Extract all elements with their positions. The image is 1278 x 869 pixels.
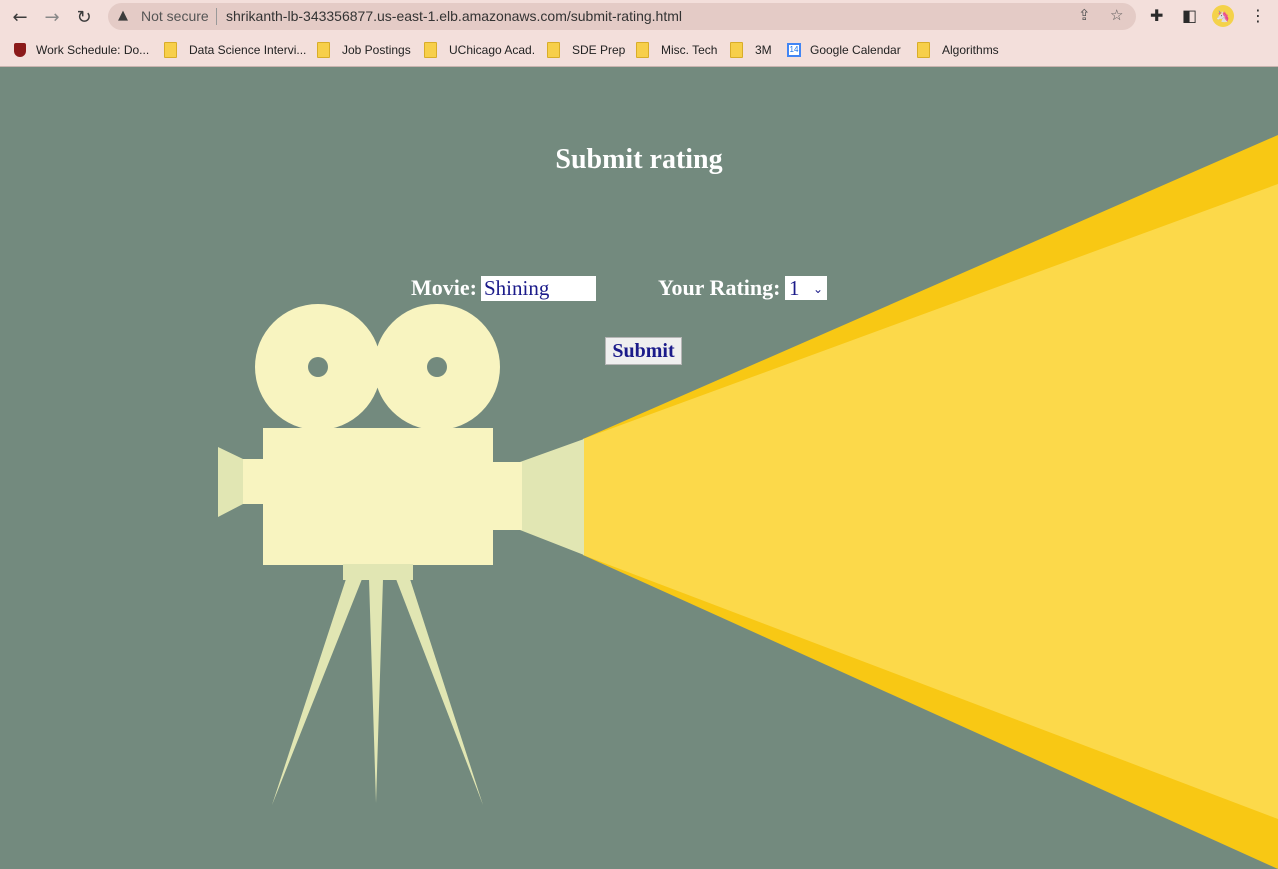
bookmark-misc-tech[interactable]: Misc. Tech xyxy=(636,40,717,60)
folder-icon xyxy=(636,42,649,58)
bookmark-label: SDE Prep xyxy=(572,43,626,57)
bookmark-uchicago-acad[interactable]: UChicago Acad. xyxy=(424,40,535,60)
bookmark-label: UChicago Acad. xyxy=(449,43,536,57)
tripod-leg-right xyxy=(396,579,483,805)
folder-icon xyxy=(164,42,177,58)
bookmark-job-postings[interactable]: Job Postings xyxy=(317,40,411,60)
rating-selected-value: 1 xyxy=(789,276,800,300)
bookmark-data-science[interactable]: Data Science Intervi... xyxy=(164,40,306,60)
reel-left-hub xyxy=(308,357,328,377)
bookmarks-bar: Work Schedule: Do... Data Science Interv… xyxy=(0,34,1278,67)
reload-icon[interactable]: ↻ xyxy=(72,5,96,29)
bookmark-label: Google Calendar xyxy=(810,43,901,57)
tripod-leg-left xyxy=(272,579,362,805)
bookmark-sde-prep[interactable]: SDE Prep xyxy=(547,40,625,60)
url-text[interactable]: shrikanth-lb-343356877.us-east-1.elb.ama… xyxy=(226,8,682,24)
rating-label: Your Rating: xyxy=(658,275,781,300)
reel-right-hub xyxy=(427,357,447,377)
tripod-head xyxy=(343,564,413,580)
extensions-puzzle-icon[interactable]: ✚ xyxy=(1150,6,1163,25)
bookmark-label: Misc. Tech xyxy=(661,43,718,57)
folder-icon xyxy=(424,42,437,58)
profile-avatar[interactable]: 🦄 xyxy=(1212,5,1234,27)
camera-body xyxy=(263,428,493,565)
bookmark-label: Work Schedule: Do... xyxy=(36,43,150,57)
rating-select[interactable]: 1 ⌄ xyxy=(785,276,827,300)
bookmark-work-schedule[interactable]: Work Schedule: Do... xyxy=(14,40,149,60)
warning-icon[interactable]: ▲ xyxy=(118,8,128,23)
share-icon[interactable]: ⇪ xyxy=(1078,6,1091,24)
calendar-icon: 14 xyxy=(787,43,801,57)
browser-toolbar: ← → ↻ ▲ Not secure shrikanth-lb-34335687… xyxy=(0,0,1278,34)
submit-button[interactable]: Submit xyxy=(605,337,682,365)
camera-lens-cone xyxy=(520,439,584,555)
divider xyxy=(216,8,217,25)
back-arrow-icon[interactable]: ← xyxy=(8,5,32,29)
movie-label: Movie: xyxy=(411,275,477,300)
page-title: Submit rating xyxy=(555,144,723,175)
folder-icon xyxy=(317,42,330,58)
side-panel-icon[interactable]: ◧ xyxy=(1182,6,1197,25)
chevron-down-icon: ⌄ xyxy=(812,282,823,296)
bookmark-algorithms[interactable]: Algorithms xyxy=(917,40,999,60)
camera-eyepiece xyxy=(218,447,243,517)
bookmark-3m[interactable]: 3M xyxy=(730,40,772,60)
bookmark-label: 3M xyxy=(755,43,772,57)
folder-icon xyxy=(730,42,743,58)
menu-kebab-icon[interactable]: ⋮ xyxy=(1250,6,1266,25)
camera-lens-mount xyxy=(490,462,522,530)
uchicago-icon xyxy=(14,43,26,57)
folder-icon xyxy=(547,42,560,58)
bookmark-label: Data Science Intervi... xyxy=(189,43,307,57)
movie-input[interactable] xyxy=(481,276,596,301)
bookmark-label: Algorithms xyxy=(942,43,999,57)
camera-back xyxy=(243,459,265,504)
page-body: Submit rating Movie: Your Rating: 1 ⌄ Su… xyxy=(0,67,1278,869)
bookmark-star-icon[interactable]: ☆ xyxy=(1110,6,1123,24)
folder-icon xyxy=(917,42,930,58)
security-label[interactable]: Not secure xyxy=(141,8,209,24)
bookmark-google-calendar[interactable]: 14 Google Calendar xyxy=(787,40,901,60)
tripod-leg-center xyxy=(369,579,383,803)
forward-arrow-icon[interactable]: → xyxy=(40,5,64,29)
bookmark-label: Job Postings xyxy=(342,43,411,57)
movie-camera-illustration xyxy=(218,135,1278,869)
